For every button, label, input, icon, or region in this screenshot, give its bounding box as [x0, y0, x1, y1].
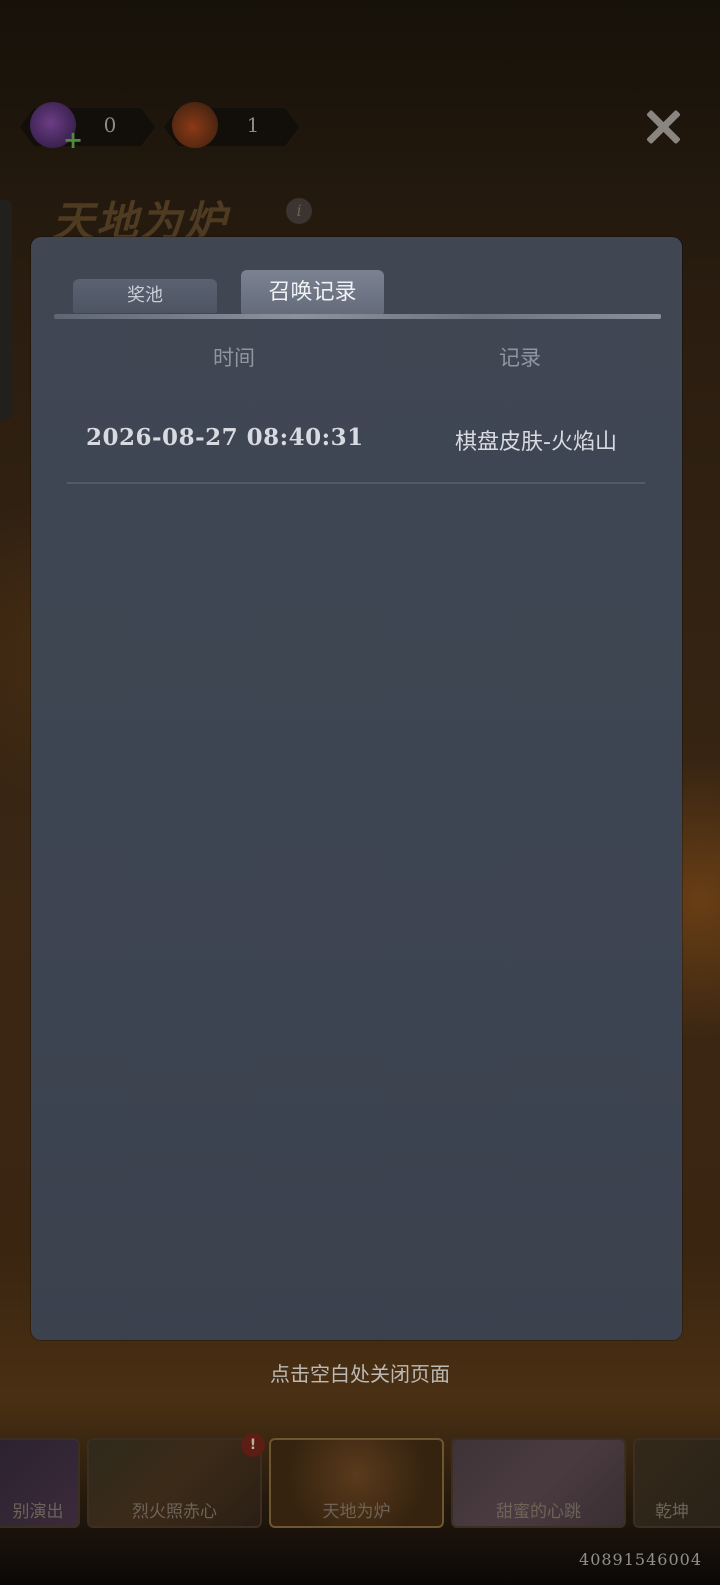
- close-icon[interactable]: [640, 104, 686, 150]
- row-divider: [67, 482, 645, 484]
- build-id: 40891546004: [579, 1550, 702, 1569]
- column-header-record: 记录: [499, 346, 541, 370]
- close-hint: 点击空白处关闭页面: [270, 1362, 450, 1386]
- flame-count: 1: [246, 113, 260, 137]
- banner-card[interactable]: 甜蜜的心跳: [451, 1438, 626, 1528]
- summon-history-dialog: 奖池 召唤记录 时间 记录 2026-08-27 08:40:31 棋盘皮肤-火…: [31, 237, 682, 1340]
- banner-carousel: 别演出 烈火照赤心 天地为炉 甜蜜的心跳 乾坤: [0, 1430, 720, 1530]
- history-row-record: 棋盘皮肤-火焰山: [455, 430, 617, 455]
- flame-gem-icon: [172, 102, 218, 148]
- banner-label: 别演出: [12, 1502, 64, 1522]
- new-badge-icon: !: [241, 1433, 265, 1457]
- add-currency-icon[interactable]: +: [62, 128, 84, 152]
- banner-card[interactable]: 烈火照赤心: [87, 1438, 262, 1528]
- tab-divider: [54, 314, 661, 319]
- banner-card[interactable]: 别演出: [0, 1438, 80, 1528]
- banner-card[interactable]: 乾坤: [633, 1438, 720, 1528]
- column-header-time: 时间: [213, 346, 255, 370]
- banner-label: 乾坤: [655, 1502, 689, 1522]
- banner-label: 天地为炉: [322, 1502, 391, 1522]
- info-icon[interactable]: i: [286, 198, 312, 224]
- history-row-time: 2026-08-27 08:40:31: [86, 424, 364, 451]
- banner-label: 甜蜜的心跳: [496, 1502, 581, 1522]
- side-panel-edge: [0, 200, 12, 420]
- tab-prize-pool[interactable]: 奖池: [73, 279, 217, 313]
- tab-summon-history[interactable]: 召唤记录: [241, 270, 384, 314]
- banner-card-active[interactable]: 天地为炉: [269, 1438, 444, 1528]
- candy-count: 0: [103, 113, 117, 137]
- banner-label: 烈火照赤心: [132, 1502, 217, 1522]
